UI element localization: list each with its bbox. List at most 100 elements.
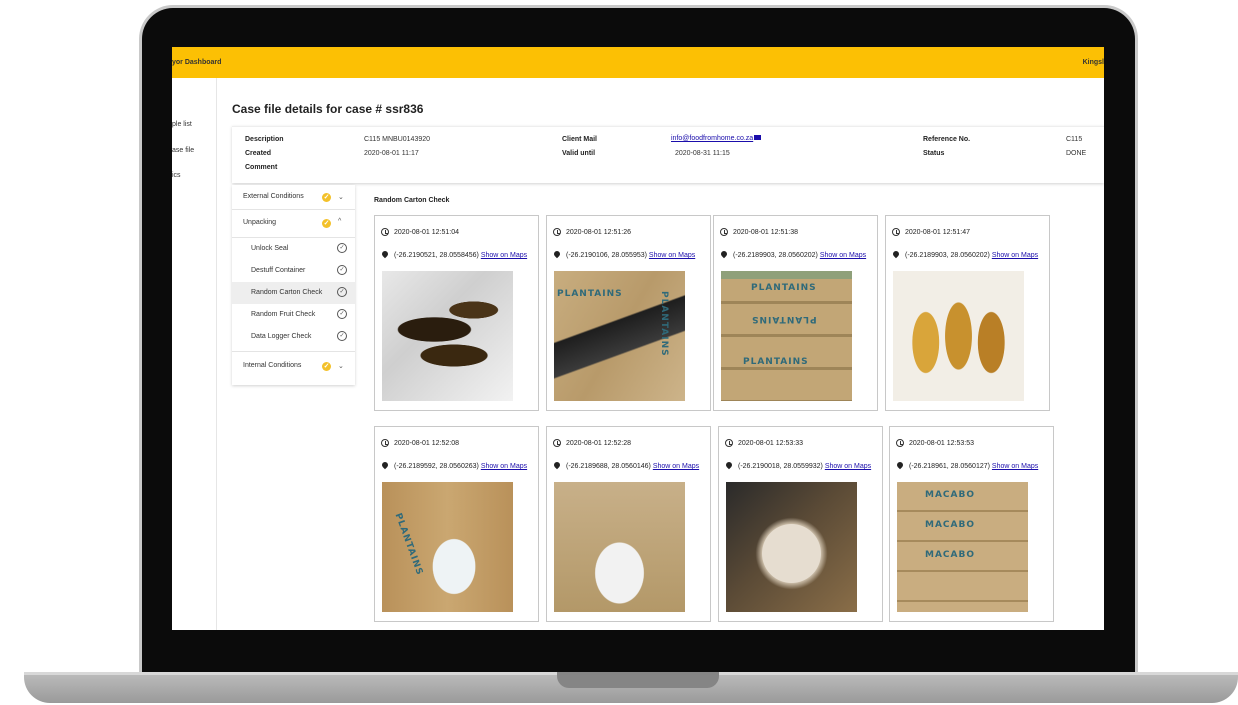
photo-timestamp: 2020-08-01 12:52:08 bbox=[394, 440, 459, 447]
substep-label: Random Carton Check bbox=[251, 289, 323, 296]
step-group-unpacking[interactable]: Unpacking ✓ ^ bbox=[232, 211, 355, 235]
photo-coordinates: (-26.2189903, 28.0560202) Show on Maps bbox=[733, 252, 866, 259]
carton-photo[interactable]: PLANTAINS PLANTAINS PLANTAINS bbox=[721, 271, 852, 401]
clock-icon bbox=[553, 439, 561, 447]
valid-until-label: Valid until bbox=[562, 150, 596, 157]
box-print-text: PLANTAINS bbox=[557, 289, 623, 299]
photo-coordinates: (-26.2190521, 28.0558456) Show on Maps bbox=[394, 252, 527, 259]
page-title: Case file details for case # ssr836 bbox=[232, 102, 424, 116]
location-pin-icon bbox=[895, 460, 905, 470]
photo-timestamp: 2020-08-01 12:51:04 bbox=[394, 229, 459, 236]
client-mail-link[interactable]: info@foodfromhome.co.za bbox=[671, 135, 753, 142]
photo-timestamp: 2020-08-01 12:51:26 bbox=[566, 229, 631, 236]
photo-card: 2020-08-01 12:51:26 (-26.2190106, 28.055… bbox=[546, 215, 711, 411]
step-group-label: Unpacking bbox=[243, 219, 277, 226]
photo-coordinates: (-26.2190018, 28.0559932) Show on Maps bbox=[738, 463, 871, 470]
sidebar-item-case-file[interactable]: ase file bbox=[172, 147, 194, 154]
box-print-text: PLANTAINS bbox=[743, 357, 809, 367]
coordinates-text: (-26.2189592, 28.0560263) bbox=[394, 463, 479, 470]
box-print-text: PLANTAINS bbox=[751, 314, 817, 324]
reference-label: Reference No. bbox=[923, 136, 971, 143]
substep-label: Data Logger Check bbox=[251, 333, 312, 340]
case-details-panel: Description C115 MNBU0143920 Created 202… bbox=[232, 126, 1104, 183]
user-name[interactable]: Kingsl bbox=[1083, 59, 1104, 66]
location-pin-icon bbox=[891, 249, 901, 259]
photo-timestamp: 2020-08-01 12:53:33 bbox=[738, 440, 803, 447]
photo-card: 2020-08-01 12:52:08 (-26.2189592, 28.056… bbox=[374, 426, 539, 622]
sidebar-item-sample-list[interactable]: ple list bbox=[172, 121, 192, 128]
show-on-maps-link[interactable]: Show on Maps bbox=[481, 463, 527, 470]
box-print-text: PLANTAINS bbox=[751, 283, 817, 293]
show-on-maps-link[interactable]: Show on Maps bbox=[992, 252, 1038, 259]
divider bbox=[232, 209, 355, 210]
chevron-down-icon[interactable]: ⌄ bbox=[338, 193, 344, 201]
photo-timestamp: 2020-08-01 12:51:38 bbox=[733, 229, 798, 236]
show-on-maps-link[interactable]: Show on Maps bbox=[649, 252, 695, 259]
coordinates-text: (-26.2189903, 28.0560202) bbox=[733, 252, 818, 259]
client-mail-label: Client Mail bbox=[562, 136, 598, 143]
show-on-maps-link[interactable]: Show on Maps bbox=[820, 252, 866, 259]
check-circle-icon: ✓ bbox=[337, 331, 347, 341]
gallery-title: Random Carton Check bbox=[374, 197, 450, 204]
client-mail-value[interactable]: info@foodfromhome.co.za bbox=[671, 135, 762, 142]
status-value: DONE bbox=[1066, 150, 1087, 157]
photo-card: 2020-08-01 12:51:38 (-26.2189903, 28.056… bbox=[713, 215, 878, 411]
chevron-up-icon[interactable]: ^ bbox=[338, 218, 341, 225]
sidebar: ple list ase file ics bbox=[172, 78, 217, 630]
coordinates-text: (-26.2189903, 28.0560202) bbox=[905, 252, 990, 259]
carton-photo[interactable]: MACABO MACABO MACABO bbox=[897, 482, 1028, 612]
screen: yor Dashboard Kingsl ple list ase file i… bbox=[172, 47, 1104, 630]
location-pin-icon bbox=[724, 460, 734, 470]
box-print-text: PLANTAINS bbox=[659, 291, 669, 357]
substep-random-fruit-check[interactable]: Random Fruit Check ✓ bbox=[232, 304, 355, 326]
top-bar: yor Dashboard Kingsl bbox=[172, 47, 1104, 78]
box-print-text: MACABO bbox=[925, 520, 976, 530]
photo-timestamp: 2020-08-01 12:51:47 bbox=[905, 229, 970, 236]
steps-panel: External Conditions ✓ ⌄ Unpacking ✓ ^ Un… bbox=[232, 185, 355, 385]
substep-destuff-container[interactable]: Destuff Container ✓ bbox=[232, 260, 355, 282]
location-pin-icon bbox=[719, 249, 729, 259]
check-circle-icon: ✓ bbox=[337, 287, 347, 297]
photo-coordinates: (-26.2189688, 28.0560146) Show on Maps bbox=[566, 463, 699, 470]
coordinates-text: (-26.218961, 28.0560127) bbox=[909, 463, 990, 470]
reference-value: C115 bbox=[1066, 136, 1083, 143]
box-print-text: MACABO bbox=[925, 490, 976, 500]
location-pin-icon bbox=[380, 460, 390, 470]
substep-label: Destuff Container bbox=[251, 267, 306, 274]
photo-coordinates: (-26.2189592, 28.0560263) Show on Maps bbox=[394, 463, 527, 470]
photo-card: 2020-08-01 12:53:53 (-26.218961, 28.0560… bbox=[889, 426, 1054, 622]
mail-icon bbox=[754, 135, 762, 140]
sidebar-item-statistics[interactable]: ics bbox=[172, 172, 181, 179]
photo-card: 2020-08-01 12:52:28 (-26.2189688, 28.056… bbox=[546, 426, 711, 622]
substep-random-carton-check[interactable]: Random Carton Check ✓ bbox=[232, 282, 355, 304]
divider bbox=[232, 351, 355, 352]
carton-photo[interactable] bbox=[893, 271, 1024, 401]
coordinates-text: (-26.2189688, 28.0560146) bbox=[566, 463, 651, 470]
step-group-label: Internal Conditions bbox=[243, 362, 302, 369]
photo-card: 2020-08-01 12:51:47 (-26.2189903, 28.056… bbox=[885, 215, 1050, 411]
photo-coordinates: (-26.218961, 28.0560127) Show on Maps bbox=[909, 463, 1038, 470]
laptop-notch bbox=[557, 672, 719, 688]
substep-data-logger-check[interactable]: Data Logger Check ✓ bbox=[232, 326, 355, 348]
show-on-maps-link[interactable]: Show on Maps bbox=[825, 463, 871, 470]
carton-photo[interactable]: PLANTAINS PLANTAINS bbox=[554, 271, 685, 401]
substep-unlock-seal[interactable]: Unlock Seal ✓ bbox=[232, 238, 355, 260]
photo-coordinates: (-26.2189903, 28.0560202) Show on Maps bbox=[905, 252, 1038, 259]
chevron-down-icon[interactable]: ⌄ bbox=[338, 362, 344, 370]
carton-photo[interactable]: PLANTAINS bbox=[382, 482, 513, 612]
show-on-maps-link[interactable]: Show on Maps bbox=[992, 463, 1038, 470]
complete-check-icon: ✓ bbox=[322, 219, 331, 228]
photo-coordinates: (-26.2190106, 28.055953) Show on Maps bbox=[566, 252, 695, 259]
carton-photo[interactable] bbox=[382, 271, 513, 401]
coordinates-text: (-26.2190521, 28.0558456) bbox=[394, 252, 479, 259]
step-group-external-conditions[interactable]: External Conditions ✓ ⌄ bbox=[232, 185, 355, 209]
step-group-internal-conditions[interactable]: Internal Conditions ✓ ⌄ bbox=[232, 354, 355, 378]
show-on-maps-link[interactable]: Show on Maps bbox=[481, 252, 527, 259]
carton-photo[interactable] bbox=[554, 482, 685, 612]
carton-photo[interactable] bbox=[726, 482, 857, 612]
comment-label: Comment bbox=[245, 164, 278, 171]
show-on-maps-link[interactable]: Show on Maps bbox=[653, 463, 699, 470]
clock-icon bbox=[725, 439, 733, 447]
status-label: Status bbox=[923, 150, 945, 157]
location-pin-icon bbox=[380, 249, 390, 259]
